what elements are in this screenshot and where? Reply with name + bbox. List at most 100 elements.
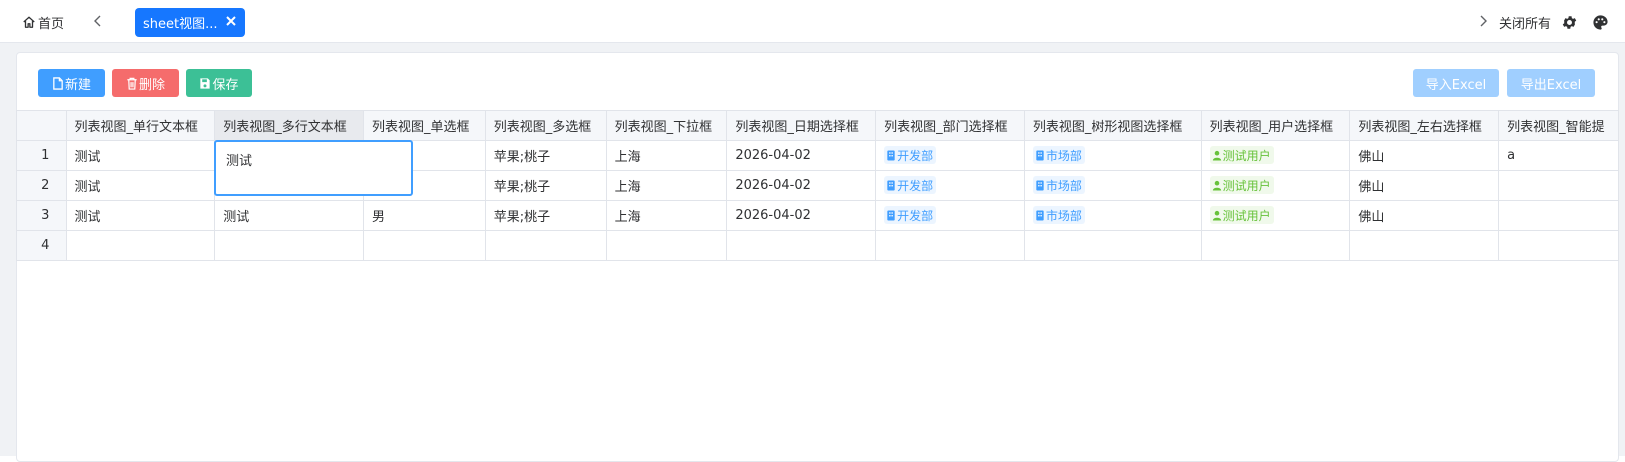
table-cell[interactable]: 男 — [363, 200, 486, 231]
department-tag: 开发部 — [884, 176, 937, 195]
table-cell[interactable]: 市场部 — [1023, 140, 1202, 171]
tab-sheet-view[interactable]: sheet视图... — [135, 8, 245, 37]
table-cell[interactable]: 佛山 — [1349, 200, 1500, 231]
table-cell[interactable]: a — [1498, 140, 1619, 171]
delete-button-label: 删除 — [138, 77, 165, 93]
table-cell[interactable]: 苹果;桃子 — [484, 140, 607, 171]
palette-icon[interactable] — [1592, 14, 1609, 31]
table-cell[interactable] — [875, 230, 1025, 261]
tab-bar: 首页 sheet视图... 关闭所有 — [0, 0, 1625, 43]
building-icon — [1036, 150, 1044, 161]
table-cell[interactable]: 测试 — [214, 200, 365, 231]
new-button[interactable]: 新建 — [38, 69, 105, 97]
home-icon — [23, 16, 35, 28]
table-cell[interactable]: 上海 — [605, 140, 728, 171]
delete-button[interactable]: 删除 — [112, 69, 179, 97]
row-number[interactable]: 4 — [16, 230, 67, 261]
table-cell[interactable]: 市场部 — [1023, 200, 1202, 231]
table-cell[interactable]: 上海 — [605, 170, 728, 201]
table-cell[interactable] — [1200, 230, 1351, 261]
column-header[interactable]: 列表视图_单选框 — [363, 110, 486, 141]
table-cell[interactable] — [1349, 230, 1500, 261]
floppy-disk-icon — [200, 77, 211, 89]
department-tag: 市场部 — [1032, 206, 1085, 225]
table-cell[interactable] — [214, 230, 365, 261]
table-cell[interactable] — [726, 230, 877, 261]
home-tab[interactable]: 首页 — [22, 12, 64, 32]
save-button-label: 保存 — [212, 77, 239, 93]
column-header[interactable]: 列表视图_多选框 — [484, 110, 607, 141]
table-cell[interactable]: 测试 — [65, 200, 216, 231]
user-tag: 测试用户 — [1209, 206, 1274, 225]
row-number[interactable]: 2 — [16, 170, 67, 201]
user-tag-label: 测试用户 — [1222, 208, 1271, 223]
table-cell[interactable]: 2026-04-02 — [726, 170, 877, 201]
close-icon[interactable] — [224, 14, 238, 28]
table-cell[interactable] — [1498, 170, 1619, 201]
user-icon — [1212, 150, 1221, 161]
corner-cell[interactable] — [16, 110, 67, 141]
department-tag-label: 开发部 — [897, 148, 934, 163]
column-header[interactable]: 列表视图_日期选择框 — [726, 110, 877, 141]
user-tag: 测试用户 — [1209, 146, 1274, 165]
table-cell[interactable] — [65, 230, 216, 261]
column-header[interactable]: 列表视图_部门选择框 — [875, 110, 1025, 141]
column-header[interactable]: 列表视图_下拉框 — [605, 110, 728, 141]
table-cell[interactable] — [605, 230, 728, 261]
table-cell[interactable]: 测试用户 — [1200, 170, 1351, 201]
table-row[interactable]: 4 — [16, 230, 1619, 261]
table-cell[interactable] — [1023, 230, 1202, 261]
building-icon — [887, 210, 895, 221]
chevron-right-icon[interactable] — [1476, 13, 1490, 29]
building-icon — [887, 180, 895, 191]
table-cell[interactable]: 2026-04-02 — [726, 140, 877, 171]
table-cell[interactable]: 开发部 — [875, 170, 1025, 201]
row-number[interactable]: 1 — [16, 140, 67, 171]
column-header[interactable]: 列表视图_智能提 — [1498, 110, 1619, 141]
table-cell[interactable]: 测试用户 — [1200, 140, 1351, 171]
column-header[interactable]: 列表视图_多行文本框 — [214, 110, 365, 141]
home-tab-label: 首页 — [38, 16, 65, 32]
close-all-button[interactable]: 关闭所有 — [1499, 13, 1551, 32]
table-cell[interactable]: 佛山 — [1349, 170, 1500, 201]
file-icon — [53, 76, 63, 90]
user-tag-label: 测试用户 — [1222, 148, 1271, 163]
user-icon — [1212, 180, 1221, 191]
import-excel-button[interactable]: 导入Excel — [1413, 69, 1499, 97]
table-cell[interactable]: 测试 — [65, 140, 216, 171]
table-cell[interactable]: 开发部 — [875, 200, 1025, 231]
table-cell[interactable] — [1498, 200, 1619, 231]
table-cell[interactable]: 上海 — [605, 200, 728, 231]
table-cell[interactable]: 佛山 — [1349, 140, 1500, 171]
export-excel-button[interactable]: 导出Excel — [1507, 69, 1595, 97]
gear-icon[interactable] — [1561, 14, 1578, 31]
new-button-label: 新建 — [64, 77, 91, 93]
row-number[interactable]: 3 — [16, 200, 67, 231]
trash-icon — [127, 77, 137, 90]
chevron-left-icon[interactable] — [91, 13, 105, 29]
department-tag: 市场部 — [1032, 146, 1085, 165]
table-cell[interactable]: 苹果;桃子 — [484, 200, 607, 231]
column-header[interactable]: 列表视图_左右选择框 — [1349, 110, 1500, 141]
column-header[interactable]: 列表视图_用户选择框 — [1200, 110, 1351, 141]
column-header[interactable]: 列表视图_树形视图选择框 — [1023, 110, 1202, 141]
table-cell[interactable] — [363, 230, 486, 261]
table-cell[interactable] — [484, 230, 607, 261]
table-cell[interactable] — [1498, 230, 1619, 261]
table-cell[interactable]: 测试 — [65, 170, 216, 201]
table-cell[interactable]: 测试用户 — [1200, 200, 1351, 231]
column-header[interactable]: 列表视图_单行文本框 — [65, 110, 216, 141]
department-tag-label: 市场部 — [1045, 178, 1082, 193]
table-cell[interactable]: 市场部 — [1023, 170, 1202, 201]
department-tag: 市场部 — [1032, 176, 1085, 195]
table-cell[interactable]: 苹果;桃子 — [484, 170, 607, 201]
table-cell[interactable]: 2026-04-02 — [726, 200, 877, 231]
user-tag-label: 测试用户 — [1222, 178, 1271, 193]
table-cell[interactable]: 开发部 — [875, 140, 1025, 171]
building-icon — [1036, 210, 1044, 221]
save-button[interactable]: 保存 — [186, 69, 252, 97]
department-tag-label: 开发部 — [897, 178, 934, 193]
cell-editor-textarea[interactable]: 测试 — [214, 140, 413, 196]
building-icon — [887, 150, 895, 161]
table-row[interactable]: 3 测试 测试男苹果;桃子 上海 2026-04-02 开发部 市场部 测试用户 佛山 — [16, 200, 1619, 231]
